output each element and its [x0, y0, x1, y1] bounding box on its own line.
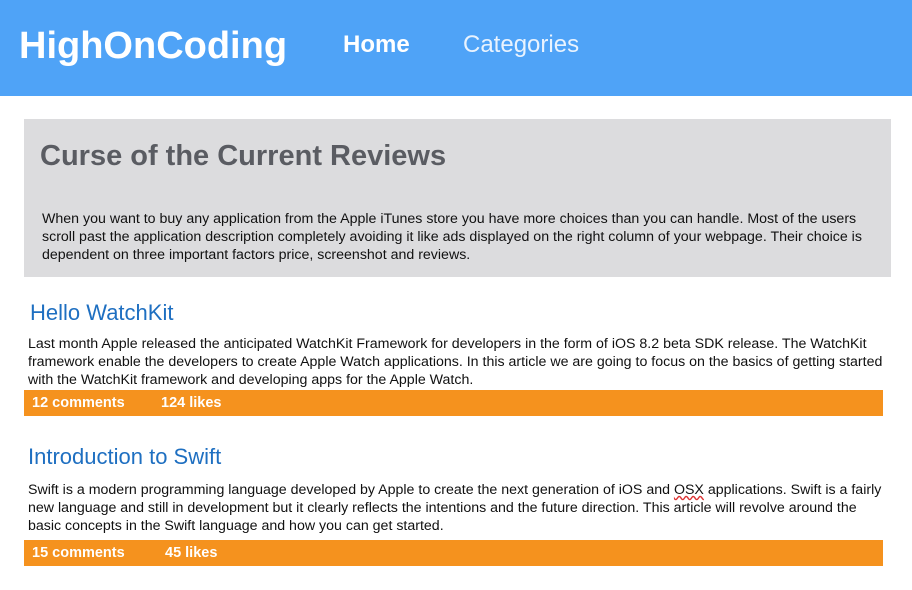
spellcheck-flagged-word: OSX — [673, 482, 704, 498]
article-title-link[interactable]: Introduction to Swift — [28, 443, 221, 471]
likes-count[interactable]: 124 likes — [161, 395, 221, 411]
article-body-text: Swift is a modern programming language d… — [28, 482, 674, 498]
likes-count[interactable]: 45 likes — [165, 545, 217, 561]
featured-text: When you want to buy any application fro… — [42, 211, 862, 263]
comments-count[interactable]: 15 comments — [32, 545, 125, 561]
article-meta-bar: 15 comments 45 likes — [24, 540, 883, 566]
featured-title: Curse of the Current Reviews — [40, 140, 447, 172]
site-header: HighOnCoding Home Categories — [0, 0, 912, 96]
comments-count[interactable]: 12 comments — [32, 395, 125, 411]
nav-home-link[interactable]: Home — [343, 30, 410, 60]
article-body: Last month Apple released the anticipate… — [28, 336, 883, 388]
article-title-link[interactable]: Hello WatchKit — [30, 299, 173, 327]
featured-banner: Curse of the Current Reviews When you wa… — [24, 119, 891, 277]
site-logo[interactable]: HighOnCoding — [19, 24, 287, 68]
article-meta-bar: 12 comments 124 likes — [24, 390, 883, 416]
article-body: Swift is a modern programming language d… — [28, 481, 888, 535]
nav-categories-link[interactable]: Categories — [463, 30, 579, 60]
